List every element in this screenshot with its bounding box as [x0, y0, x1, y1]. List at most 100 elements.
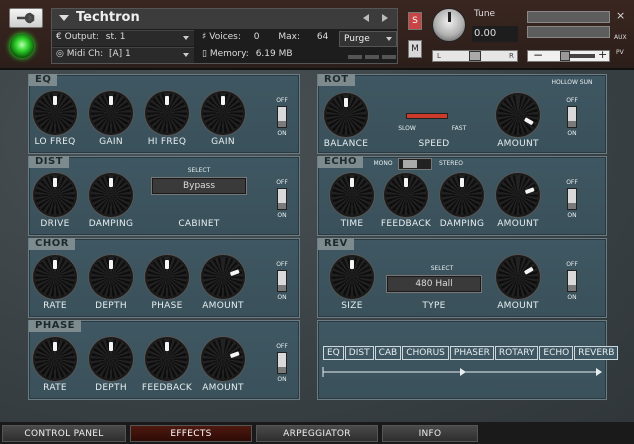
- dist-on-off-switch[interactable]: OFF ON: [274, 179, 290, 219]
- echo-knob-label: DAMPING: [439, 219, 485, 229]
- reverb-amount-knob[interactable]: [498, 257, 538, 297]
- switch-on-label: ON: [567, 130, 577, 137]
- chain-item-phaser[interactable]: PHASER: [449, 346, 494, 360]
- rotary-amount-knob[interactable]: [498, 95, 538, 135]
- aux-button[interactable]: AUX: [614, 34, 627, 41]
- cabinet-select[interactable]: Bypass: [151, 177, 247, 195]
- mute-button[interactable]: M: [408, 40, 422, 58]
- dist-damping-knob[interactable]: [91, 175, 131, 215]
- chain-item-cab[interactable]: CAB: [374, 346, 402, 360]
- reverb-title: REV: [318, 238, 354, 250]
- chain-item-chorus[interactable]: CHORUS: [402, 346, 449, 360]
- switch-on-label: ON: [567, 212, 577, 219]
- phaser-knob-label: DEPTH: [95, 383, 127, 393]
- rotary-balance-knob[interactable]: [326, 95, 366, 135]
- echo-stereo-label: STEREO: [439, 160, 463, 167]
- eq-knob-label: LO FREQ: [34, 137, 76, 147]
- tune-value[interactable]: 0.00: [472, 26, 518, 42]
- effect-chain: EQ DIST CAB CHORUS PHASER ROTARY ECHO RE…: [323, 346, 619, 366]
- dist-drive-knob[interactable]: [35, 175, 75, 215]
- phaser-knob-label: FEEDBACK: [141, 383, 193, 393]
- midi-value: [A] 1: [108, 49, 131, 59]
- chain-item-eq[interactable]: EQ: [323, 346, 344, 360]
- midi-icon: ◎: [56, 49, 64, 59]
- echo-knob-label: AMOUNT: [497, 219, 539, 229]
- eq-title: EQ: [29, 74, 58, 86]
- eq-hi-freq-knob[interactable]: [147, 93, 187, 133]
- tune-knob[interactable]: [432, 8, 466, 42]
- chorus-rate-knob[interactable]: [35, 257, 75, 297]
- close-icon[interactable]: ×: [616, 9, 625, 22]
- eq-gain-knob[interactable]: [91, 93, 131, 133]
- echo-mono-stereo-switch[interactable]: [398, 158, 432, 170]
- echo-on-off-switch[interactable]: OFF ON: [564, 179, 580, 219]
- eq-knob-label: HI FREQ: [147, 137, 187, 147]
- wrench-edit-button[interactable]: [9, 8, 43, 28]
- purge-dropdown[interactable]: Purge: [339, 31, 397, 47]
- power-led-icon[interactable]: [10, 34, 34, 58]
- chorus-amount-knob[interactable]: [203, 257, 243, 297]
- tab-control-panel[interactable]: CONTROL PANEL: [2, 425, 126, 442]
- reverb-type-select[interactable]: 480 Hall: [386, 275, 482, 293]
- phaser-amount-knob[interactable]: [203, 339, 243, 379]
- chain-item-dist[interactable]: DIST: [344, 346, 374, 360]
- chorus-knob-label: AMOUNT: [202, 301, 244, 311]
- switch-off-label: OFF: [276, 179, 288, 186]
- output-label: Output:: [64, 32, 99, 42]
- phaser-rate-knob[interactable]: [35, 339, 75, 379]
- switch-off-label: OFF: [566, 261, 578, 268]
- switch-off-label: OFF: [276, 343, 288, 350]
- echo-feedback-knob[interactable]: [386, 175, 426, 215]
- echo-amount-knob[interactable]: [498, 175, 538, 215]
- tab-arpeggiator[interactable]: ARPEGGIATOR: [256, 425, 378, 442]
- tune-label: Tune: [474, 9, 496, 19]
- instrument-menu-chevron-icon[interactable]: [59, 15, 69, 21]
- phaser-on-off-switch[interactable]: OFF ON: [274, 343, 290, 383]
- volume-handle[interactable]: [560, 51, 570, 61]
- reverb-size-knob[interactable]: [332, 257, 372, 297]
- midi-dropdown-icon[interactable]: [183, 53, 189, 57]
- chain-item-rotary[interactable]: ROTARY: [494, 346, 539, 360]
- reverb-on-off-switch[interactable]: OFF ON: [564, 261, 580, 301]
- phaser-feedback-knob[interactable]: [147, 339, 187, 379]
- echo-damping-knob[interactable]: [442, 175, 482, 215]
- eq-lo-freq-knob[interactable]: [35, 93, 75, 133]
- rotary-on-off-switch[interactable]: OFF ON: [564, 97, 580, 137]
- switch-on-label: ON: [277, 130, 287, 137]
- distortion-title: DIST: [29, 156, 70, 168]
- echo-mono-label: MONO: [373, 160, 393, 167]
- effects-panel: EQ LO FREQ GAIN HI FREQ GAIN OFF ON ROT …: [0, 70, 634, 422]
- pv-button[interactable]: PV: [616, 49, 624, 56]
- echo-time-knob[interactable]: [332, 175, 372, 215]
- solo-button[interactable]: S: [408, 12, 422, 30]
- rotary-speed-switch[interactable]: [406, 113, 448, 119]
- toggle-switch-icon: [277, 352, 287, 374]
- eq-on-off-switch[interactable]: OFF ON: [274, 97, 290, 137]
- max-voices-value[interactable]: 64: [317, 32, 328, 42]
- dist-knob-label: DRIVE: [40, 219, 70, 229]
- purge-label: Purge: [344, 34, 370, 44]
- next-instrument-icon[interactable]: [382, 14, 388, 22]
- chorus-on-off-switch[interactable]: OFF ON: [274, 261, 290, 301]
- prev-instrument-icon[interactable]: [363, 14, 369, 22]
- phaser-depth-knob[interactable]: [91, 339, 131, 379]
- voices-icon: ♯: [202, 32, 207, 42]
- midi-label: Midi Ch:: [66, 49, 104, 59]
- output-icon: €: [56, 32, 62, 42]
- chain-item-echo[interactable]: ECHO: [539, 346, 574, 360]
- chain-item-reverb[interactable]: REVERB: [574, 346, 619, 360]
- reverb-select-label: SELECT: [430, 265, 454, 272]
- chorus-panel: CHOR RATE DEPTH PHASE AMOUNT OFF ON: [28, 238, 300, 318]
- chorus-depth-knob[interactable]: [91, 257, 131, 297]
- level-meter-left: [527, 11, 610, 23]
- pan-handle[interactable]: [469, 51, 481, 61]
- tab-info[interactable]: INFO: [382, 425, 478, 442]
- eq-gain-knob[interactable]: [203, 93, 243, 133]
- toggle-switch-icon: [277, 270, 287, 292]
- chorus-knob-label: RATE: [43, 301, 67, 311]
- output-dropdown-icon[interactable]: [183, 36, 189, 40]
- tab-effects[interactable]: EFFECTS: [130, 425, 252, 442]
- echo-title: ECHO: [318, 156, 364, 168]
- signal-flow-arrow-icon: [322, 367, 602, 377]
- chorus-phase-knob[interactable]: [147, 257, 187, 297]
